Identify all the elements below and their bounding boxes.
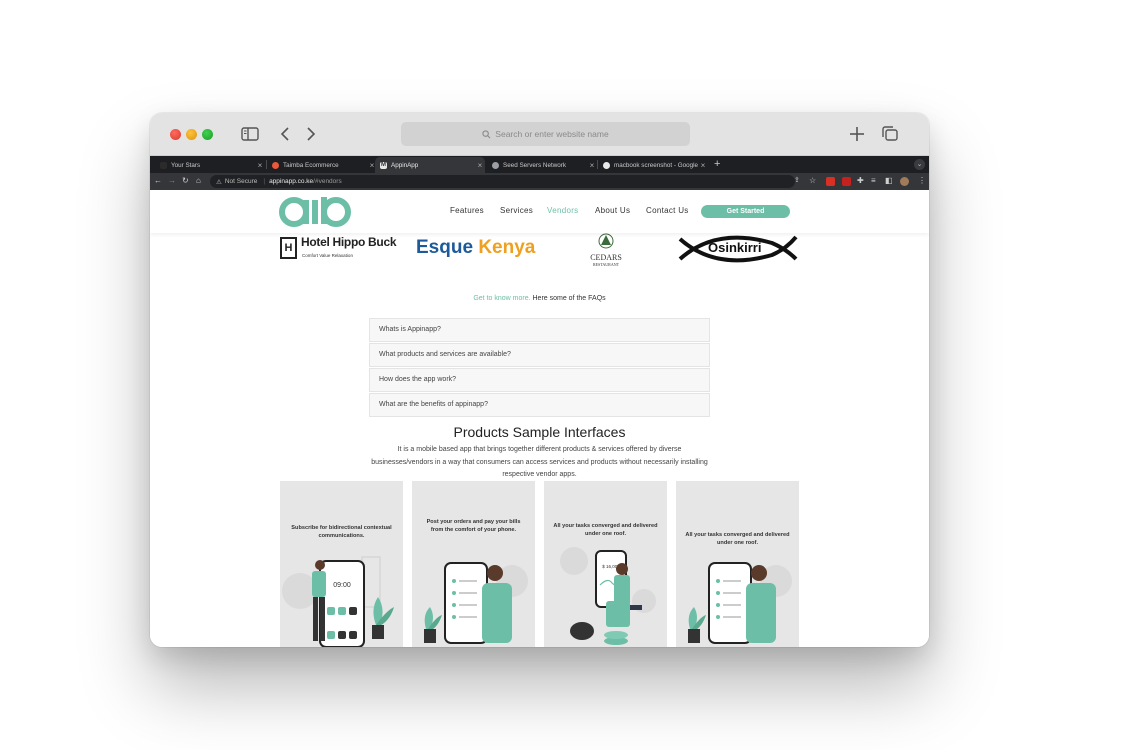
tab-close-icon[interactable]: × <box>255 161 265 170</box>
chrome-toolbar: ← → ↻ ⌂ ⚠ Not Secure | appinapp.co.ke/#v… <box>150 173 929 190</box>
site-logo[interactable] <box>279 195 351 232</box>
faq-intro-link[interactable]: Get to know more. <box>473 295 530 302</box>
finance-illustration: $ 16,000 <box>560 547 656 645</box>
faq-item[interactable]: What are the benefits of appinapp? <box>369 393 710 417</box>
tab-close-icon[interactable]: × <box>698 161 708 170</box>
get-started-button[interactable]: Get Started <box>701 205 790 218</box>
products-title: Products Sample Interfaces <box>453 424 626 440</box>
extension-icon[interactable] <box>842 177 851 186</box>
zoom-window-button[interactable] <box>202 129 213 140</box>
tab-taimba-ecommerce[interactable]: Taimba Ecommerce × <box>267 157 377 173</box>
browser-window: Search or enter website name Your Stars … <box>150 113 929 647</box>
url-path: /#vendors <box>313 178 342 185</box>
nav-contact-us[interactable]: Contact Us <box>646 206 689 215</box>
nav-features[interactable]: Features <box>450 206 484 215</box>
card-caption: All your tasks converged and delivered u… <box>553 523 658 537</box>
partner-tagline: RESTAURANT <box>592 262 620 267</box>
url-host: appinapp.co.ke <box>269 178 314 185</box>
favicon-icon: M <box>380 161 387 169</box>
warning-icon: ⚠ <box>216 178 222 186</box>
card-caption: Post your orders and pay your bills from… <box>426 519 521 533</box>
profile-avatar[interactable] <box>900 177 909 186</box>
reload-icon[interactable]: ↻ <box>182 176 189 185</box>
phone-time: 09:00 <box>333 582 351 589</box>
tab-title: macbook screenshot - Google <box>614 161 698 169</box>
search-icon <box>482 129 491 138</box>
extension-icon[interactable] <box>826 177 835 186</box>
product-card: Subscribe for bidirectional contextual c… <box>280 481 403 647</box>
favicon-icon <box>160 161 167 169</box>
tab-title: Your Stars <box>171 161 201 169</box>
partner-tagline: Comfort Value Relaxation <box>302 253 353 258</box>
new-tab-plus-icon[interactable] <box>847 125 867 143</box>
share-icon[interactable]: ⇪ <box>794 176 800 184</box>
partner-logos: H Hotel Hippo Buck Comfort Value Relaxat… <box>150 233 929 269</box>
faq-item[interactable]: How does the app work? <box>369 368 710 392</box>
tab-google-search[interactable]: macbook screenshot - Google × <box>598 157 708 173</box>
tab-title: Seed Servers Network <box>503 161 566 169</box>
tab-overview-icon[interactable] <box>880 125 900 143</box>
new-tab-button[interactable]: + <box>714 158 720 170</box>
partner-name: Hotel Hippo Buck <box>301 235 397 249</box>
tab-title: Taimba Ecommerce <box>283 161 339 169</box>
partner-name: CEDARS <box>590 253 622 262</box>
faq-item[interactable]: What products and services are available… <box>369 343 710 367</box>
phone-user-illustration <box>424 562 528 644</box>
partner-osinkirri: Osinkirri <box>676 229 798 269</box>
chrome-omnibox[interactable]: ⚠ Not Secure | appinapp.co.ke/#vendors <box>210 175 795 188</box>
nav-about-us[interactable]: About Us <box>595 206 630 215</box>
forward-arrow-icon[interactable] <box>300 125 320 143</box>
cedar-tree-icon <box>598 233 614 249</box>
product-card: All your tasks converged and delivered u… <box>544 481 667 647</box>
tab-close-icon[interactable]: × <box>587 161 597 170</box>
address-placeholder: Search or enter website name <box>495 129 609 139</box>
faq-intro-text: Here some of the FAQs <box>532 295 606 302</box>
partner-name: Osinkirri <box>708 240 762 255</box>
tab-your-stars[interactable]: Your Stars × <box>155 157 265 173</box>
safari-address-bar[interactable]: Search or enter website name <box>401 122 690 146</box>
back-arrow-icon[interactable]: ← <box>154 176 162 185</box>
more-menu-icon[interactable]: ⋮ <box>918 176 926 185</box>
faq-item[interactable]: Whats is Appinapp? <box>369 318 710 342</box>
nav-services[interactable]: Services <box>500 206 533 215</box>
forward-arrow-icon[interactable]: → <box>168 176 176 185</box>
product-card: All your tasks converged and delivered u… <box>676 481 799 647</box>
safari-toolbar: Search or enter website name <box>150 113 929 156</box>
favicon-icon <box>272 161 279 169</box>
partner-cedars: CEDARS RESTAURANT <box>581 233 631 267</box>
minimize-window-button[interactable] <box>186 129 197 140</box>
puzzle-extensions-icon[interactable]: ✚ <box>857 176 864 185</box>
chrome-tab-strip: Your Stars × Taimba Ecommerce × M AppinA… <box>150 156 929 173</box>
back-arrow-icon[interactable] <box>276 125 296 143</box>
globe-icon <box>492 161 499 169</box>
home-icon[interactable]: ⌂ <box>196 176 201 185</box>
product-card: Post your orders and pay your bills from… <box>412 481 535 647</box>
card-caption: Subscribe for bidirectional contextual c… <box>291 525 392 539</box>
bookmark-star-icon[interactable]: ☆ <box>809 176 816 185</box>
security-label: Not Secure <box>224 178 258 185</box>
phone-user-illustration <box>688 562 792 644</box>
google-icon <box>603 161 610 169</box>
side-panel-icon[interactable]: ◧ <box>885 176 893 185</box>
tab-appinapp[interactable]: M AppinApp × <box>375 157 485 173</box>
tab-title: AppinApp <box>391 161 419 169</box>
phone-user-illustration: 09:00 <box>282 556 394 647</box>
nav-vendors[interactable]: Vendors <box>547 206 578 215</box>
tab-close-icon[interactable]: × <box>475 161 485 170</box>
faq-intro: Get to know more. Here some of the FAQs <box>150 295 929 302</box>
partner-esque-kenya: Esque Kenya <box>416 237 536 258</box>
sidebar-toggle-icon[interactable] <box>240 125 260 143</box>
tab-search-chevron-icon[interactable]: ⌄ <box>914 159 925 170</box>
products-description: It is a mobile based app that brings tog… <box>371 446 708 478</box>
tab-seed-servers[interactable]: Seed Servers Network × <box>487 157 597 173</box>
reading-list-icon[interactable]: ≡ <box>871 176 876 185</box>
page-viewport: Features Services Vendors About Us Conta… <box>150 190 929 647</box>
site-navbar: Features Services Vendors About Us Conta… <box>150 190 929 233</box>
partner-hotel-hippo-buck: H Hotel Hippo Buck Comfort Value Relaxat… <box>280 235 405 265</box>
close-window-button[interactable] <box>170 129 181 140</box>
